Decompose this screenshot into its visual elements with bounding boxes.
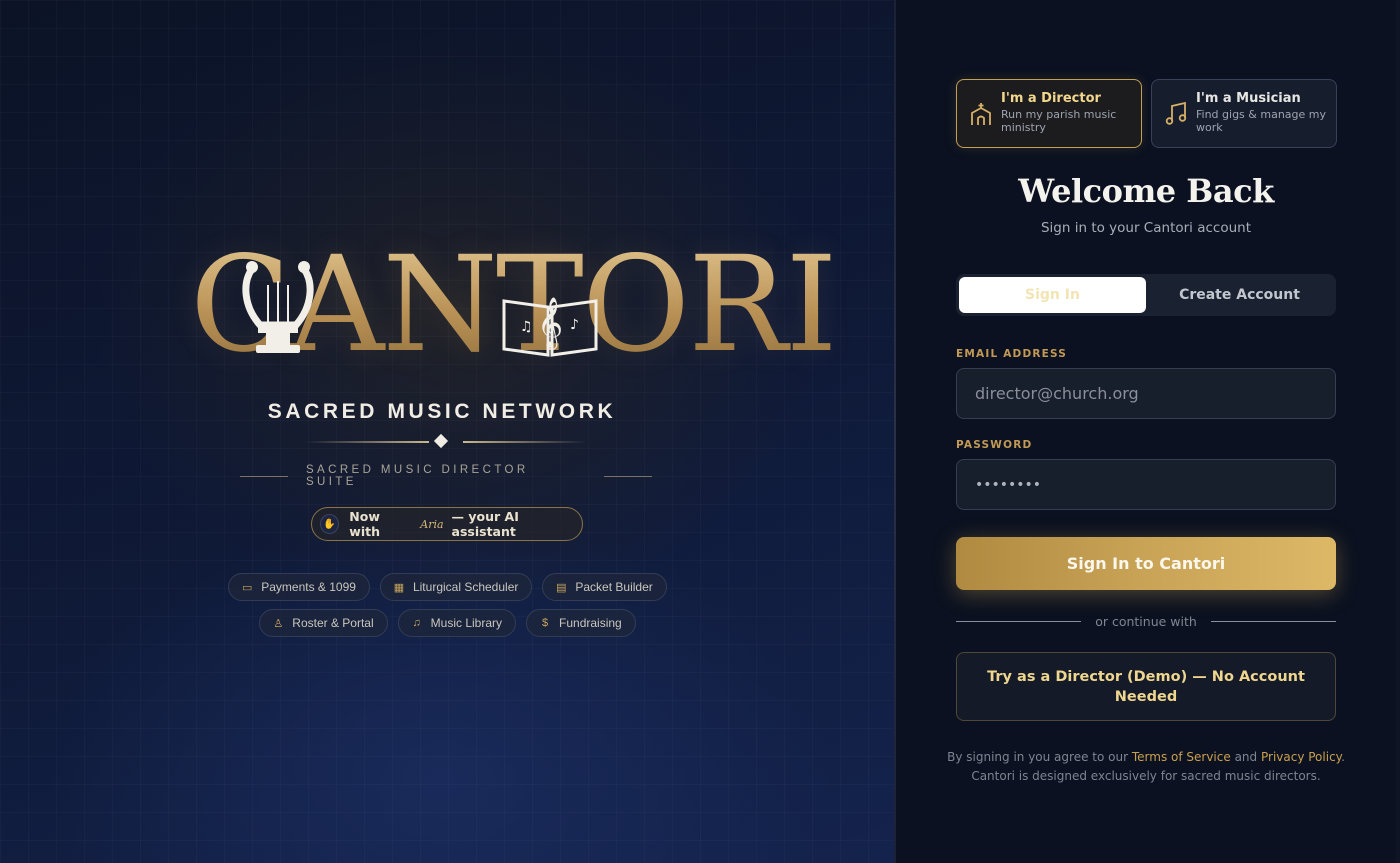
feature-chip-payments: ▭ Payments & 1099 [228, 573, 370, 601]
svg-text:♪: ♪ [570, 317, 579, 333]
role-musician-subtitle: Find gigs & manage my work [1196, 108, 1326, 134]
church-icon [969, 101, 993, 132]
feature-row-1: ▭ Payments & 1099 ▦ Liturgical Scheduler… [0, 573, 895, 601]
music-note-icon [1164, 101, 1188, 132]
music-note-icon: ♫ [412, 617, 421, 629]
role-director-card[interactable]: I'm a Director Run my parish music minis… [956, 79, 1142, 148]
music-book-icon: 𝄞 ♫ ♪ [502, 297, 598, 357]
archive-icon: ▤ [556, 581, 567, 594]
dollar-icon: $ [541, 617, 549, 629]
ornament-divider [305, 433, 587, 449]
demo-director-button[interactable]: Try as a Director (Demo) — No Account Ne… [956, 652, 1336, 721]
person-icon: ♙ [273, 617, 284, 630]
brand-tagline: SACRED MUSIC NETWORK [267, 400, 617, 423]
background-grid [0, 0, 895, 863]
feature-row-2: ♙ Roster & Portal ♫ Music Library $ Fund… [0, 609, 895, 637]
tab-create-account[interactable]: Create Account [1146, 277, 1333, 313]
card-icon: ▭ [242, 581, 253, 594]
role-musician-title: I'm a Musician [1196, 91, 1301, 106]
feature-chip-library: ♫ Music Library [397, 609, 517, 637]
suite-label: SACRED MUSIC DIRECTOR SUITE [305, 464, 529, 488]
aria-name: Aria [420, 517, 444, 531]
feature-chip-scheduler: ▦ Liturgical Scheduler [379, 573, 533, 601]
hand-icon: ✋ [320, 514, 340, 534]
legal-notice: By signing in you agree to our Terms of … [947, 750, 1345, 783]
lyre-icon [242, 261, 314, 353]
sign-in-button[interactable]: Sign In to Cantori [956, 537, 1336, 590]
or-divider: or continue with [956, 612, 1337, 630]
email-label: EMAIL ADDRESS [956, 348, 1068, 360]
aria-badge: ✋ Now with Aria — your AI assistant [311, 507, 583, 541]
aria-suffix: — your AI assistant [451, 509, 519, 539]
legal-line-2: Cantori is designed exclusively for sacr… [971, 769, 1321, 783]
svg-text:♫: ♫ [520, 319, 533, 335]
tab-sign-in[interactable]: Sign In [959, 277, 1146, 313]
page-title: Welcome Back [1018, 172, 1274, 210]
scrollbar[interactable] [1396, 0, 1400, 863]
aria-prefix: Now with [349, 509, 380, 539]
auth-tabs: Sign In Create Account [956, 274, 1336, 316]
calendar-icon: ▦ [393, 581, 405, 594]
terms-link[interactable]: Terms of Service [1132, 750, 1231, 764]
password-label: PASSWORD [956, 439, 1033, 451]
role-director-title: I'm a Director [1001, 91, 1101, 106]
page-subtitle: Sign in to your Cantori account [1040, 220, 1251, 236]
feature-chip-fundraising: $ Fundraising [526, 609, 636, 637]
feature-chip-packet: ▤ Packet Builder [542, 573, 667, 601]
password-field[interactable] [956, 459, 1336, 510]
auth-panel: I'm a Director Run my parish music minis… [896, 0, 1400, 863]
cantori-logo: CANTORI 𝄞 ♫ ♪ [190, 225, 838, 405]
svg-text:𝄞: 𝄞 [537, 297, 563, 350]
feature-chip-roster: ♙ Roster & Portal [259, 609, 388, 637]
hero-panel: CANTORI 𝄞 ♫ ♪ SACRED MUSIC NETWORK SACRE… [0, 0, 895, 863]
privacy-link[interactable]: Privacy Policy [1261, 750, 1341, 764]
role-director-subtitle: Run my parish music ministry [1001, 108, 1117, 134]
or-text: or continue with [1095, 613, 1197, 629]
email-field[interactable] [956, 368, 1336, 419]
suite-title: SACRED MUSIC DIRECTOR SUITE [240, 464, 652, 488]
role-musician-card[interactable]: I'm a Musician Find gigs & manage my wor… [1151, 79, 1337, 148]
